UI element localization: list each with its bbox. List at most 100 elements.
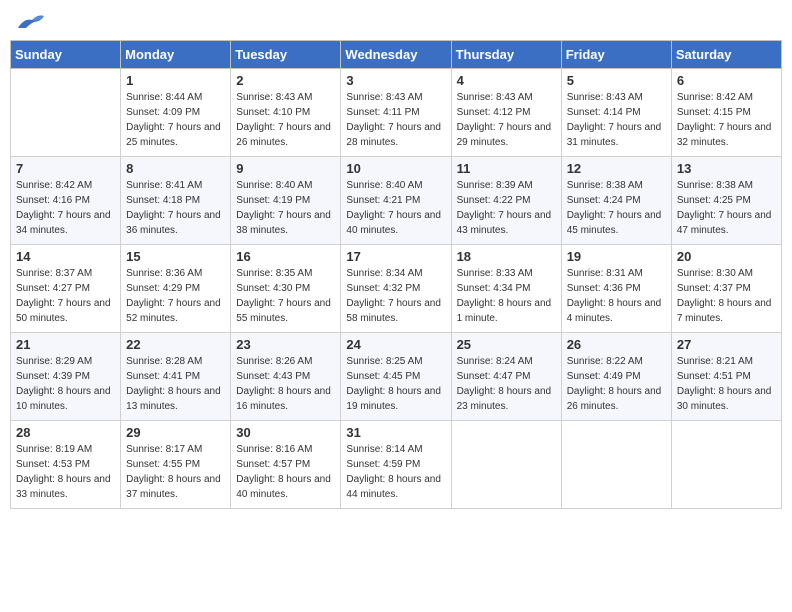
day-number: 24	[346, 337, 445, 352]
day-number: 14	[16, 249, 115, 264]
calendar-cell: 21 Sunrise: 8:29 AMSunset: 4:39 PMDayligh…	[11, 333, 121, 421]
calendar-cell: 19 Sunrise: 8:31 AMSunset: 4:36 PMDayligh…	[561, 245, 671, 333]
calendar-week-row: 21 Sunrise: 8:29 AMSunset: 4:39 PMDayligh…	[11, 333, 782, 421]
day-number: 20	[677, 249, 776, 264]
calendar-header-saturday: Saturday	[671, 41, 781, 69]
day-info: Sunrise: 8:43 AMSunset: 4:11 PMDaylight:…	[346, 90, 445, 150]
day-number: 2	[236, 73, 335, 88]
day-info: Sunrise: 8:31 AMSunset: 4:36 PMDaylight:…	[567, 266, 666, 326]
calendar-cell	[451, 421, 561, 509]
calendar-cell: 16 Sunrise: 8:35 AMSunset: 4:30 PMDayligh…	[231, 245, 341, 333]
calendar-header-tuesday: Tuesday	[231, 41, 341, 69]
day-info: Sunrise: 8:35 AMSunset: 4:30 PMDaylight:…	[236, 266, 335, 326]
calendar-week-row: 7Sunrise: 8:42 AMSunset: 4:16 PMDaylight…	[11, 157, 782, 245]
calendar-cell: 7Sunrise: 8:42 AMSunset: 4:16 PMDaylight…	[11, 157, 121, 245]
calendar-header-thursday: Thursday	[451, 41, 561, 69]
calendar-table: SundayMondayTuesdayWednesdayThursdayFrid…	[10, 40, 782, 509]
day-number: 7	[16, 161, 115, 176]
day-number: 30	[236, 425, 335, 440]
day-number: 12	[567, 161, 666, 176]
calendar-cell	[561, 421, 671, 509]
day-info: Sunrise: 8:40 AMSunset: 4:21 PMDaylight:…	[346, 178, 445, 238]
calendar-cell	[671, 421, 781, 509]
day-info: Sunrise: 8:22 AMSunset: 4:49 PMDaylight:…	[567, 354, 666, 414]
day-info: Sunrise: 8:28 AMSunset: 4:41 PMDaylight:…	[126, 354, 225, 414]
calendar-cell: 2 Sunrise: 8:43 AMSunset: 4:10 PMDaylight…	[231, 69, 341, 157]
day-info: Sunrise: 8:26 AMSunset: 4:43 PMDaylight:…	[236, 354, 335, 414]
day-info: Sunrise: 8:42 AMSunset: 4:15 PMDaylight:…	[677, 90, 776, 150]
day-number: 17	[346, 249, 445, 264]
day-info: Sunrise: 8:43 AMSunset: 4:10 PMDaylight:…	[236, 90, 335, 150]
calendar-header-sunday: Sunday	[11, 41, 121, 69]
day-info: Sunrise: 8:21 AMSunset: 4:51 PMDaylight:…	[677, 354, 776, 414]
calendar-cell: 17 Sunrise: 8:34 AMSunset: 4:32 PMDayligh…	[341, 245, 451, 333]
day-info: Sunrise: 8:38 AMSunset: 4:25 PMDaylight:…	[677, 178, 776, 238]
day-info: Sunrise: 8:38 AMSunset: 4:24 PMDaylight:…	[567, 178, 666, 238]
day-number: 3	[346, 73, 445, 88]
day-number: 29	[126, 425, 225, 440]
day-info: Sunrise: 8:40 AMSunset: 4:19 PMDaylight:…	[236, 178, 335, 238]
calendar-header-wednesday: Wednesday	[341, 41, 451, 69]
calendar-cell: 13Sunrise: 8:38 AMSunset: 4:25 PMDayligh…	[671, 157, 781, 245]
day-number: 25	[457, 337, 556, 352]
day-info: Sunrise: 8:25 AMSunset: 4:45 PMDaylight:…	[346, 354, 445, 414]
day-number: 11	[457, 161, 556, 176]
day-number: 21	[16, 337, 115, 352]
day-number: 22	[126, 337, 225, 352]
day-info: Sunrise: 8:39 AMSunset: 4:22 PMDaylight:…	[457, 178, 556, 238]
calendar-week-row: 14Sunrise: 8:37 AMSunset: 4:27 PMDayligh…	[11, 245, 782, 333]
day-info: Sunrise: 8:19 AMSunset: 4:53 PMDaylight:…	[16, 442, 115, 502]
calendar-cell: 3 Sunrise: 8:43 AMSunset: 4:11 PMDaylight…	[341, 69, 451, 157]
calendar-header-row: SundayMondayTuesdayWednesdayThursdayFrid…	[11, 41, 782, 69]
day-info: Sunrise: 8:43 AMSunset: 4:14 PMDaylight:…	[567, 90, 666, 150]
calendar-cell: 14Sunrise: 8:37 AMSunset: 4:27 PMDayligh…	[11, 245, 121, 333]
calendar-header-friday: Friday	[561, 41, 671, 69]
day-info: Sunrise: 8:36 AMSunset: 4:29 PMDaylight:…	[126, 266, 225, 326]
calendar-cell: 11 Sunrise: 8:39 AMSunset: 4:22 PMDayligh…	[451, 157, 561, 245]
day-number: 15	[126, 249, 225, 264]
calendar-cell: 26Sunrise: 8:22 AMSunset: 4:49 PMDayligh…	[561, 333, 671, 421]
calendar-cell: 29 Sunrise: 8:17 AMSunset: 4:55 PMDayligh…	[121, 421, 231, 509]
day-number: 9	[236, 161, 335, 176]
calendar-cell: 5Sunrise: 8:43 AMSunset: 4:14 PMDaylight…	[561, 69, 671, 157]
day-number: 28	[16, 425, 115, 440]
calendar-cell: 6 Sunrise: 8:42 AMSunset: 4:15 PMDaylight…	[671, 69, 781, 157]
calendar-cell: 27 Sunrise: 8:21 AMSunset: 4:51 PMDayligh…	[671, 333, 781, 421]
calendar-cell: 28 Sunrise: 8:19 AMSunset: 4:53 PMDayligh…	[11, 421, 121, 509]
day-info: Sunrise: 8:41 AMSunset: 4:18 PMDaylight:…	[126, 178, 225, 238]
day-info: Sunrise: 8:17 AMSunset: 4:55 PMDaylight:…	[126, 442, 225, 502]
calendar-week-row: 28 Sunrise: 8:19 AMSunset: 4:53 PMDayligh…	[11, 421, 782, 509]
logo	[14, 10, 46, 32]
day-number: 8	[126, 161, 225, 176]
day-number: 16	[236, 249, 335, 264]
day-number: 23	[236, 337, 335, 352]
logo-bird-icon	[16, 10, 46, 32]
day-number: 27	[677, 337, 776, 352]
day-info: Sunrise: 8:34 AMSunset: 4:32 PMDaylight:…	[346, 266, 445, 326]
day-info: Sunrise: 8:33 AMSunset: 4:34 PMDaylight:…	[457, 266, 556, 326]
day-info: Sunrise: 8:43 AMSunset: 4:12 PMDaylight:…	[457, 90, 556, 150]
calendar-cell: 8 Sunrise: 8:41 AMSunset: 4:18 PMDaylight…	[121, 157, 231, 245]
page-header	[10, 10, 782, 32]
day-info: Sunrise: 8:44 AMSunset: 4:09 PMDaylight:…	[126, 90, 225, 150]
day-number: 10	[346, 161, 445, 176]
calendar-cell: 22 Sunrise: 8:28 AMSunset: 4:41 PMDayligh…	[121, 333, 231, 421]
day-number: 1	[126, 73, 225, 88]
calendar-week-row: 1 Sunrise: 8:44 AMSunset: 4:09 PMDaylight…	[11, 69, 782, 157]
day-number: 31	[346, 425, 445, 440]
day-info: Sunrise: 8:29 AMSunset: 4:39 PMDaylight:…	[16, 354, 115, 414]
calendar-cell: 23 Sunrise: 8:26 AMSunset: 4:43 PMDayligh…	[231, 333, 341, 421]
day-number: 6	[677, 73, 776, 88]
day-info: Sunrise: 8:14 AMSunset: 4:59 PMDaylight:…	[346, 442, 445, 502]
calendar-cell	[11, 69, 121, 157]
calendar-cell: 30Sunrise: 8:16 AMSunset: 4:57 PMDayligh…	[231, 421, 341, 509]
day-number: 19	[567, 249, 666, 264]
calendar-cell: 12 Sunrise: 8:38 AMSunset: 4:24 PMDayligh…	[561, 157, 671, 245]
day-info: Sunrise: 8:30 AMSunset: 4:37 PMDaylight:…	[677, 266, 776, 326]
day-info: Sunrise: 8:24 AMSunset: 4:47 PMDaylight:…	[457, 354, 556, 414]
calendar-header-monday: Monday	[121, 41, 231, 69]
day-number: 4	[457, 73, 556, 88]
calendar-cell: 1 Sunrise: 8:44 AMSunset: 4:09 PMDaylight…	[121, 69, 231, 157]
calendar-cell: 24 Sunrise: 8:25 AMSunset: 4:45 PMDayligh…	[341, 333, 451, 421]
calendar-cell: 18Sunrise: 8:33 AMSunset: 4:34 PMDayligh…	[451, 245, 561, 333]
